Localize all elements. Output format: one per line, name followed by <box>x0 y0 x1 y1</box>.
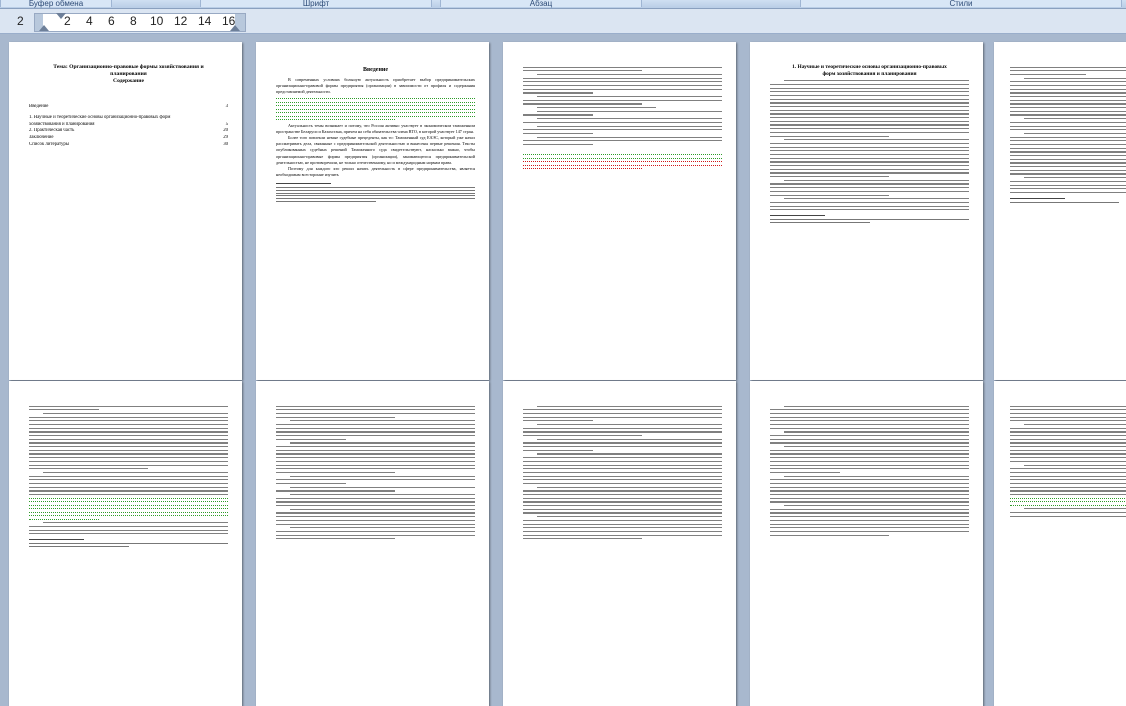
page-8[interactable] <box>503 381 736 706</box>
toc-entry[interactable]: Введение................................… <box>29 104 228 111</box>
page-body <box>770 403 969 538</box>
page-body <box>29 403 228 549</box>
title-block: Тема: Организационно-правовые формы хозя… <box>29 64 228 85</box>
ribbon-group-label: Шрифт <box>302 0 330 8</box>
ruler-number: 4 <box>86 14 93 28</box>
page-7[interactable] <box>256 381 489 706</box>
ruler-number: 2 <box>17 14 24 28</box>
table-of-contents: Введение................................… <box>29 104 228 149</box>
paragraph: Более того повлекли немые судебные преце… <box>276 135 475 165</box>
ruler-number: 6 <box>108 14 115 28</box>
ribbon-group-label: Абзац <box>529 0 553 8</box>
paragraph: В современных условиях большую актуально… <box>276 77 475 95</box>
toc-entry[interactable]: 2. Практическая часть...................… <box>29 128 228 136</box>
toc-entry[interactable]: 1. Научные и теоретические основы органи… <box>29 114 228 122</box>
document-workspace[interactable]: Тема: Организационно-правовые формы хозя… <box>0 34 1126 706</box>
ruler-number: 12 <box>174 14 188 28</box>
page-1[interactable]: Тема: Организационно-правовые формы хозя… <box>9 42 242 380</box>
page-body <box>276 403 475 542</box>
page-2[interactable]: Введение В современных условиях большую … <box>256 42 489 380</box>
ruler-number: 8 <box>130 14 137 28</box>
paragraph: Поэтому для каждого кто решил начать дея… <box>276 166 475 178</box>
ruler-number: 14 <box>198 14 212 28</box>
toc-entry[interactable]: Список литературы.......................… <box>29 141 228 149</box>
page-5[interactable] <box>994 42 1126 380</box>
section-heading: Введение <box>362 67 389 73</box>
contents-heading: Содержание <box>113 78 144 84</box>
ribbon-bar: Буфер обмена Шрифт Абзац Стили <box>0 0 1126 9</box>
ribbon-group-paragraph[interactable]: Абзац <box>440 0 642 8</box>
page-body: 1. Научные и теоретические основы органи… <box>770 64 969 225</box>
page-body <box>523 403 722 542</box>
ribbon-group-font[interactable]: Шрифт <box>200 0 432 8</box>
ribbon-group-styles[interactable]: Стили <box>800 0 1122 8</box>
ruler-number: 10 <box>150 14 164 28</box>
page-9[interactable] <box>750 381 983 706</box>
ribbon-group-label: Стили <box>949 0 973 8</box>
toc-entry[interactable]: хозяйствования и планирования...........… <box>29 121 228 129</box>
ribbon-group-clipboard[interactable]: Буфер обмена <box>0 0 112 8</box>
section-heading: 1. Научные и теоретические основы органи… <box>792 64 947 77</box>
page-6[interactable] <box>9 381 242 706</box>
ribbon-group-label: Буфер обмена <box>28 0 84 8</box>
doc-title: Тема: Организационно-правовые формы хозя… <box>53 64 204 77</box>
toc-entry[interactable]: Заключение..............................… <box>29 135 228 142</box>
paragraph: Актуальность темы возникает и потому, чт… <box>276 122 475 134</box>
hanging-indent-marker[interactable] <box>39 25 49 31</box>
first-line-indent-marker[interactable] <box>56 13 66 19</box>
page-3[interactable] <box>503 42 736 380</box>
page-4[interactable]: 1. Научные и теоретические основы органи… <box>750 42 983 380</box>
page-body <box>1010 64 1126 205</box>
page-body: Введение В современных условиях большую … <box>276 66 475 203</box>
page-body <box>1010 403 1126 519</box>
horizontal-ruler[interactable]: 2 2 4 6 8 10 12 14 16 <box>0 9 1126 34</box>
page-body <box>523 64 722 204</box>
right-indent-marker[interactable] <box>230 25 240 31</box>
page-10[interactable] <box>994 381 1126 706</box>
